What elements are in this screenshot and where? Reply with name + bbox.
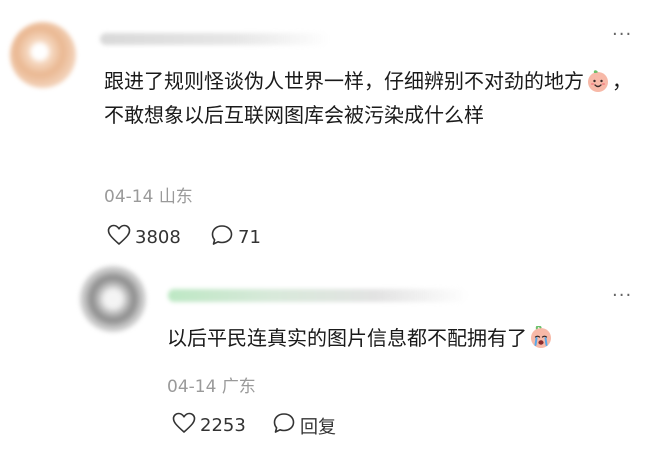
reply-avatar[interactable]	[80, 266, 146, 332]
reply-like-count: 2253	[200, 415, 246, 436]
reply-location: 广东	[221, 377, 256, 397]
heart-icon	[107, 224, 131, 251]
reply-text-body: 以后平民连真实的图片信息都不配拥有了	[167, 326, 527, 350]
comment-text-part1: 跟进了规则怪谈伪人世界一样，仔细辨别不对劲的地方	[104, 69, 584, 93]
reply-like-button[interactable]: 2253	[172, 412, 246, 439]
reply-label: 回复	[300, 416, 336, 438]
crying-face-emoji-icon	[529, 325, 553, 350]
comment-date: 04-14	[104, 187, 154, 207]
reply-meta: 04-14 广东	[167, 372, 256, 397]
username-blurred[interactable]	[100, 33, 330, 45]
reply-text: 以后平民连真实的图片信息都不配拥有了	[167, 321, 647, 355]
comment-meta: 04-14 山东	[104, 182, 193, 207]
reply-count: 71	[238, 227, 261, 248]
avatar[interactable]	[10, 22, 76, 88]
reply-username-blurred[interactable]	[168, 289, 468, 302]
comment-bubble-icon	[210, 224, 234, 251]
more-options-icon[interactable]: ···	[612, 24, 632, 45]
reply-date: 04-14	[167, 377, 217, 397]
comment-location: 山东	[158, 187, 193, 207]
reply-reply-button[interactable]: 回复	[272, 412, 336, 439]
smiling-peach-emoji-icon	[586, 69, 610, 93]
comment-text: 跟进了规则怪谈伪人世界一样，仔细辨别不对劲的地方 ，不敢想象以后互联网图库会被污…	[104, 64, 644, 132]
heart-icon	[172, 412, 196, 439]
reply-more-options-icon[interactable]: ···	[612, 285, 632, 306]
comment-bubble-icon	[272, 412, 296, 439]
reply-button[interactable]: 71	[210, 224, 261, 251]
like-count: 3808	[135, 227, 181, 248]
like-button[interactable]: 3808	[107, 224, 181, 251]
